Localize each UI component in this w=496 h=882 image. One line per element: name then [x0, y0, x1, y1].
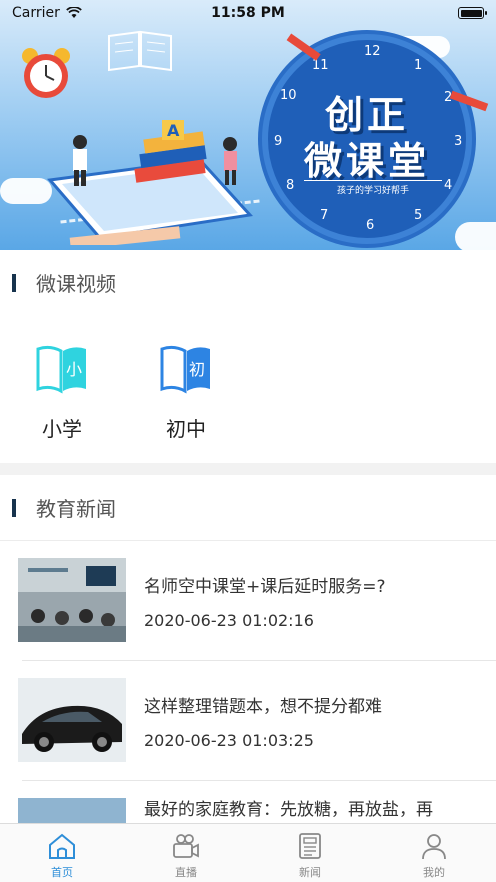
news-section-header: 教育新闻	[0, 475, 496, 541]
grade-junior-button[interactable]: 初 初中	[146, 341, 226, 442]
svg-text:初: 初	[189, 360, 205, 379]
news-item[interactable]: 最好的家庭教育：先放糖，再放盐，再	[0, 781, 496, 823]
news-item[interactable]: 这样整理错题本，想不提分都难 2020-06-23 01:03:25	[0, 661, 496, 781]
news-thumbnail	[18, 558, 126, 642]
section-marker	[12, 498, 16, 517]
alarm-clock-icon	[22, 48, 70, 98]
hero-banner[interactable]: A 12 1 2 3 4 5 6 7 8 9 10 11 创正 微课堂 孩子的学…	[0, 0, 496, 250]
section-title: 微课视频	[36, 272, 116, 296]
tab-label: 我的	[423, 866, 445, 879]
tab-live[interactable]: 直播	[124, 824, 248, 882]
carrier-label: Carrier	[12, 5, 60, 21]
status-bar: Carrier 11:58 PM	[0, 0, 496, 26]
news-title: 这样整理错题本，想不提分都难	[144, 697, 382, 717]
news-thumbnail	[18, 678, 126, 762]
video-section-header: 微课视频	[0, 250, 496, 316]
grade-primary-button[interactable]: 小 小学	[22, 341, 102, 442]
tab-label: 首页	[51, 866, 73, 879]
user-icon	[422, 834, 446, 860]
grade-label: 小学	[42, 417, 82, 441]
tab-label: 直播	[175, 866, 197, 879]
battery-icon	[458, 7, 487, 19]
svg-text:A: A	[167, 121, 180, 140]
news-thumbnail	[18, 798, 126, 823]
app-slogan: 孩子的学习好帮手	[304, 180, 442, 196]
grade-label: 初中	[166, 417, 206, 441]
app-title-line2: 微课堂	[303, 138, 430, 183]
newspaper-icon	[299, 833, 321, 859]
pencil-icon	[449, 90, 489, 112]
status-time: 11:58 PM	[211, 5, 285, 21]
grade-list: 小 小学 初 初中	[0, 315, 496, 463]
tab-home[interactable]: 首页	[0, 824, 124, 882]
tab-label: 新闻	[299, 866, 321, 879]
news-item[interactable]: 名师空中课堂+课后延时服务=? 2020-06-23 01:02:16	[0, 541, 496, 661]
news-date: 2020-06-23 01:03:25	[144, 731, 314, 750]
svg-text:小: 小	[66, 360, 82, 379]
open-book-outline-icon	[108, 30, 172, 72]
pencil-icon	[286, 33, 321, 61]
tab-news[interactable]: 新闻	[248, 824, 372, 882]
book-icon: 小	[36, 345, 86, 394]
bottom-tab-bar: 首页 直播 新闻 我的	[0, 823, 496, 882]
section-marker	[12, 273, 16, 292]
video-camera-icon	[173, 834, 199, 858]
news-list: 名师空中课堂+课后延时服务=? 2020-06-23 01:02:16 这样整理…	[0, 541, 496, 823]
tablet-books-illustration: A	[47, 120, 253, 245]
news-title: 名师空中课堂+课后延时服务=?	[144, 577, 386, 597]
news-date: 2020-06-23 01:02:16	[144, 611, 314, 630]
wifi-icon	[66, 7, 82, 18]
news-title: 最好的家庭教育：先放糖，再放盐，再	[144, 800, 433, 820]
home-icon	[49, 833, 75, 859]
book-icon: 初	[160, 345, 210, 394]
cloud-decoration	[455, 222, 496, 250]
section-title: 教育新闻	[36, 497, 116, 521]
tab-mine[interactable]: 我的	[372, 824, 496, 882]
